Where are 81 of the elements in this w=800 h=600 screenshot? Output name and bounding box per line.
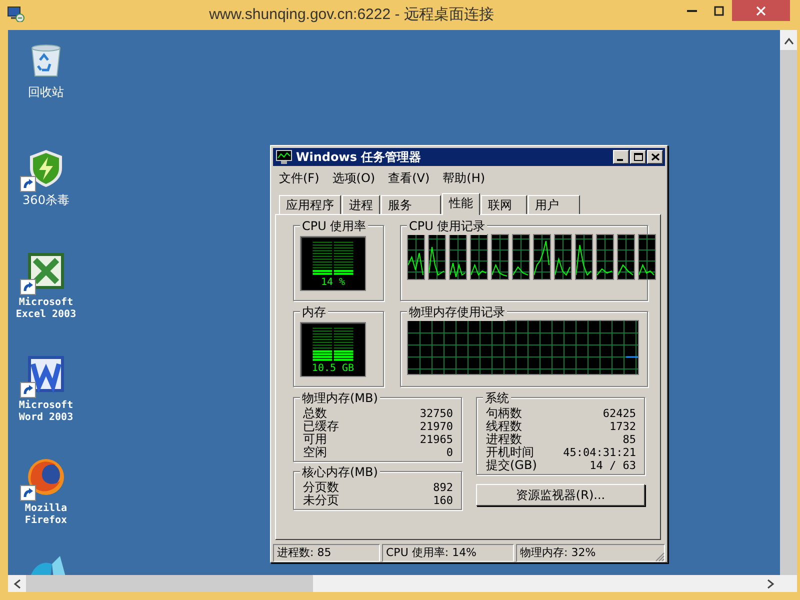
minimize-icon — [686, 10, 696, 12]
stat-value: 160 — [433, 494, 453, 507]
stat-label: 已缓存 — [303, 420, 339, 433]
close-button[interactable] — [647, 150, 663, 164]
meter-reading: 10.5 GB — [312, 363, 354, 374]
monitor-icon — [276, 150, 292, 164]
cpu-history-graph — [407, 234, 425, 280]
stat-label: 线程数 — [486, 420, 522, 433]
icon-label[interactable]: 回收站 — [11, 86, 81, 98]
stat-value: 32750 — [420, 407, 453, 420]
cpu-history-graph — [575, 234, 593, 280]
group-title: 核心内存(MB) — [300, 464, 380, 481]
tab[interactable]: 进程 — [342, 195, 380, 214]
status-cell: CPU 使用率: 14% — [382, 544, 514, 562]
stat-label: 空闲 — [303, 446, 327, 459]
cpu-history-graph — [617, 234, 635, 280]
stat-value: 85 — [622, 433, 636, 446]
resource-monitor-button[interactable]: 资源监视器(R)... — [476, 484, 645, 506]
group-title: 物理内存使用记录 — [407, 304, 507, 321]
icon-label[interactable]: Mozilla Firefox — [11, 503, 81, 527]
tab[interactable]: 用户 — [528, 195, 580, 214]
icon-label[interactable]: 360杀毒 — [11, 194, 81, 206]
minimize-button[interactable] — [613, 150, 629, 164]
scroll-up-icon — [784, 37, 794, 45]
cpu-history-graph — [470, 234, 488, 280]
stat-label: 句柄数 — [486, 407, 522, 420]
resize-grip-icon — [655, 552, 665, 562]
scrollbar-thumb[interactable] — [26, 575, 313, 592]
globe-fox-icon — [26, 457, 66, 497]
cpu-history-graph — [596, 234, 614, 280]
group-title: CPU 使用率 — [300, 218, 368, 235]
spreadsheet-icon — [26, 251, 66, 291]
window-title: Windows 任务管理器 — [296, 148, 422, 166]
document-icon — [26, 354, 66, 394]
cpu-history-graph — [428, 234, 446, 280]
menu-item[interactable]: 帮助(H) — [442, 170, 486, 186]
cpu-history-graph — [533, 234, 551, 280]
minimize-icon — [616, 159, 622, 161]
stat-value: 892 — [433, 481, 453, 494]
window-title: www.shunqing.gov.cn:6222 - 远程桌面连接 — [208, 5, 495, 25]
icon-label[interactable]: Microsoft Excel 2003 — [11, 297, 81, 321]
remote-desktop-icon — [7, 6, 25, 22]
cpu-history-graph — [554, 234, 572, 280]
cpu-history-graph — [512, 234, 530, 280]
status-cell: 物理内存: 32% — [516, 544, 665, 562]
close-icon — [756, 6, 766, 16]
meter-reading: 14 % — [320, 277, 346, 288]
maximize-icon — [714, 6, 724, 16]
close-icon — [650, 152, 660, 162]
menu-item[interactable]: 选项(O) — [332, 170, 376, 186]
menu-item[interactable]: 文件(F) — [279, 170, 320, 186]
stat-label: 开机时间 — [486, 446, 534, 459]
scroll-left-icon — [13, 578, 21, 588]
stat-value: 45:04:31:21 — [563, 446, 636, 459]
stat-value: 21970 — [420, 420, 453, 433]
stat-value: 21965 — [420, 433, 453, 446]
stat-label: 未分页 — [303, 494, 339, 507]
stat-value: 14 / 63 — [590, 459, 636, 472]
tab[interactable]: 联网 — [481, 195, 527, 214]
maximize-button[interactable] — [630, 150, 646, 164]
icon-label[interactable]: Microsoft Word 2003 — [11, 400, 81, 424]
stat-value: 62425 — [602, 407, 636, 420]
cpu-history-graph — [491, 234, 509, 280]
status-cell: 进程数: 85 — [273, 544, 380, 562]
stat-label: 可用 — [303, 433, 327, 446]
stat-label: 进程数 — [486, 433, 522, 446]
stat-label: 分页数 — [303, 481, 339, 494]
stat-value: 0 — [446, 446, 453, 459]
group-title: CPU 使用记录 — [407, 218, 488, 235]
cpu-history-graph — [449, 234, 467, 280]
horizontal-scrollbar[interactable] — [8, 575, 797, 592]
stat-label: 提交(GB) — [486, 459, 537, 472]
group-title: 物理内存(MB) — [300, 390, 380, 407]
tab[interactable]: 性能 — [442, 193, 480, 215]
maximize-icon — [632, 152, 644, 162]
tab[interactable]: 服务 — [381, 195, 441, 214]
stat-label: 总数 — [303, 407, 327, 420]
tab[interactable]: 应用程序 — [279, 195, 341, 214]
menu-item[interactable]: 查看(V) — [388, 170, 430, 186]
stat-value: 1732 — [610, 420, 636, 433]
scroll-right-icon — [767, 578, 775, 588]
